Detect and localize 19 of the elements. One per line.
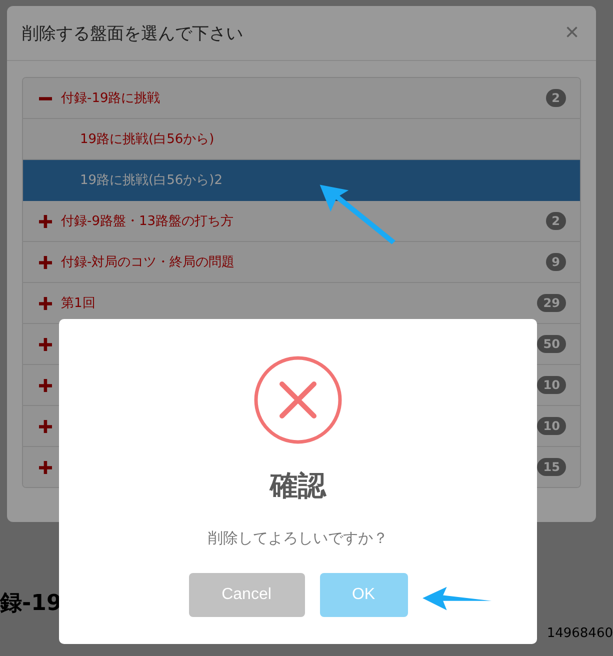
count-badge: 10 bbox=[537, 417, 566, 435]
modal-title: 削除する盤面を選んで下さい bbox=[22, 22, 243, 44]
tree-item[interactable]: 付録-19路に挑戦 2 bbox=[23, 78, 580, 119]
dialog-message: 削除してよろしいですか？ bbox=[208, 529, 388, 548]
count-badge: 29 bbox=[537, 294, 566, 312]
dialog-title: 確認 bbox=[270, 468, 326, 504]
tree-item[interactable]: 19路に挑戦(白56から)2 bbox=[23, 160, 580, 201]
count-badge: 15 bbox=[537, 458, 566, 476]
count-badge: 2 bbox=[546, 212, 566, 230]
tree-item[interactable]: 19路に挑戦(白56から) bbox=[23, 119, 580, 160]
tree-item[interactable]: 付録-対局のコツ・終局の問題 9 bbox=[23, 242, 580, 283]
count-badge: 10 bbox=[537, 376, 566, 394]
page-id-text: 14968460 bbox=[546, 626, 613, 641]
count-badge: 50 bbox=[537, 335, 566, 353]
count-badge: 9 bbox=[546, 253, 566, 271]
tree-item[interactable]: 第1回 29 bbox=[23, 283, 580, 324]
count-badge: 2 bbox=[546, 89, 566, 107]
tree-item[interactable]: 付録-9路盤・13路盤の打ち方 2 bbox=[23, 201, 580, 242]
close-button[interactable]: × bbox=[562, 21, 581, 45]
